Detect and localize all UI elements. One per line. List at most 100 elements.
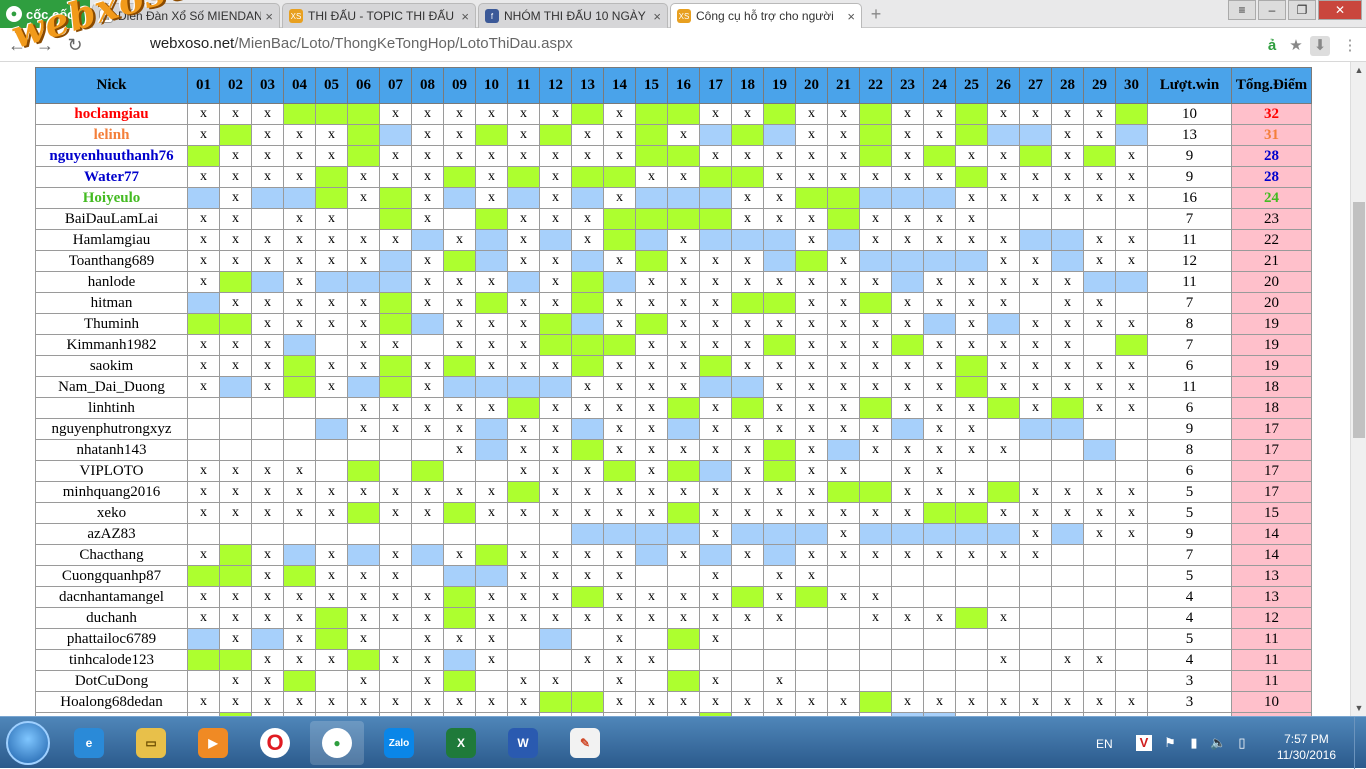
tray-flag-icon[interactable]: ⚑ [1162, 735, 1178, 751]
player-nick[interactable]: tinhcalode123 [35, 649, 188, 671]
player-nick[interactable]: Hamlamgiau [35, 229, 188, 251]
player-nick[interactable]: hanlode [35, 271, 188, 293]
close-window-button[interactable]: ✕ [1318, 0, 1362, 20]
day-cell-x: x [731, 544, 764, 566]
day-cell-green [603, 166, 636, 188]
day-cell-x: x [219, 166, 252, 188]
day-cell-x: x [795, 334, 828, 356]
address-bar[interactable]: webxoso.net/MienBac/Loto/ThongKeTongHop/… [150, 35, 573, 52]
ie-icon[interactable]: e [62, 721, 116, 765]
coccoc-icon[interactable]: ● [310, 721, 364, 765]
zalo-icon[interactable]: Zalo [372, 721, 426, 765]
day-cell-empty [859, 628, 892, 650]
points-cell: 32 [1231, 103, 1312, 125]
day-cell-green [795, 586, 828, 608]
day-cell-x: x [923, 166, 956, 188]
day-cell-x: x [923, 271, 956, 293]
explorer-icon[interactable]: ▭ [124, 721, 178, 765]
player-nick[interactable]: Chacthang [35, 544, 188, 566]
table-row: hitman x x x x x x x x x x x x x x x x x x x x x 7 20 [35, 292, 1312, 314]
language-indicator[interactable]: EN [1096, 737, 1113, 751]
player-nick[interactable]: Cuongquanhp87 [35, 565, 188, 587]
day-cell-blue [1019, 418, 1052, 440]
translate-icon[interactable]: ả [1262, 36, 1282, 56]
player-nick[interactable]: BaiDauLamLai [35, 208, 188, 230]
player-nick[interactable]: nhatanh143 [35, 439, 188, 461]
player-nick[interactable]: hitman [35, 292, 188, 314]
player-nick[interactable]: saokim [35, 355, 188, 377]
word-icon[interactable]: W [496, 721, 550, 765]
tab-facebook[interactable]: f NHÓM THI ĐẤU 10 NGÀY × [478, 3, 668, 28]
day-cell-x: x [827, 418, 860, 440]
player-nick[interactable]: minhquang2016 [35, 481, 188, 503]
player-nick[interactable]: DotCuDong [35, 670, 188, 692]
player-nick[interactable]: Hoalong68dedan [35, 691, 188, 713]
new-tab-button[interactable]: + [866, 5, 886, 24]
player-nick[interactable]: linhtinh [35, 397, 188, 419]
player-nick[interactable]: Water77 [35, 166, 188, 188]
day-cell-x: x [699, 271, 732, 293]
volume-icon[interactable]: 🔈 [1210, 735, 1226, 751]
day-cell-x: x [731, 334, 764, 356]
day-header: 29 [1083, 67, 1116, 104]
player-nick[interactable]: Thuminh [35, 313, 188, 335]
player-nick[interactable]: duchanh [35, 607, 188, 629]
day-cell-empty [955, 649, 988, 671]
network-icon[interactable]: ▮ [1186, 735, 1202, 751]
tab-active-tool[interactable]: XS Công cụ hỗ trợ cho người × [670, 3, 862, 28]
player-nick[interactable]: dacnhantamangel [35, 586, 188, 608]
excel-icon[interactable]: X [434, 721, 488, 765]
player-nick[interactable]: nguyenphutrongxyz [35, 418, 188, 440]
player-nick[interactable]: xeko [35, 502, 188, 524]
day-cell-empty [1019, 292, 1052, 314]
day-cell-x: x [411, 145, 444, 167]
player-nick[interactable]: Nam_Dai_Duong [35, 376, 188, 398]
scroll-down-icon[interactable]: ▼ [1351, 700, 1366, 716]
day-cell-empty [475, 670, 508, 692]
day-cell-x: x [219, 145, 252, 167]
scrollbar-thumb[interactable] [1353, 202, 1365, 438]
tab-close-icon[interactable]: × [461, 9, 469, 24]
day-cell-x: x [795, 460, 828, 482]
media-icon[interactable]: ▶ [186, 721, 240, 765]
show-desktop-button[interactable] [1354, 717, 1366, 769]
menu-icon[interactable]: ⋮ [1340, 36, 1360, 56]
player-nick[interactable]: Kimmanh1982 [35, 334, 188, 356]
player-nick[interactable]: Hoiyeulo [35, 187, 188, 209]
vertical-scrollbar[interactable]: ▲ ▼ [1350, 62, 1366, 716]
start-button[interactable] [6, 721, 50, 765]
day-cell-green [539, 124, 572, 146]
paint-icon[interactable]: ✎ [558, 721, 612, 765]
battery-icon[interactable]: ▯ [1234, 735, 1250, 751]
day-cell-x: x [539, 607, 572, 629]
day-cell-x: x [763, 481, 796, 503]
opera-icon[interactable]: O [248, 721, 302, 765]
day-cell-x: x [219, 187, 252, 209]
tab-close-icon[interactable]: × [653, 9, 661, 24]
tab-close-icon[interactable]: × [847, 9, 855, 24]
day-cell-x: x [539, 145, 572, 167]
scroll-up-icon[interactable]: ▲ [1351, 62, 1366, 78]
player-nick[interactable]: hoclamgiau [35, 103, 188, 125]
player-nick[interactable]: lelinh [35, 124, 188, 146]
player-nick[interactable]: nguyenhuuthanh76 [35, 145, 188, 167]
day-cell-blue [443, 649, 476, 671]
download-icon[interactable]: ⬇ [1310, 36, 1330, 56]
wins-cell: 3 [1147, 691, 1232, 713]
window-menu-button[interactable]: ≡ [1228, 0, 1256, 20]
maximize-button[interactable]: ❐ [1288, 0, 1316, 20]
player-nick[interactable]: Toanthang689 [35, 250, 188, 272]
minimize-button[interactable]: – [1258, 0, 1286, 20]
player-nick[interactable]: azAZ83 [35, 523, 188, 545]
clock[interactable]: 7:57 PM 11/30/2016 [1277, 731, 1336, 763]
day-cell-empty [731, 670, 764, 692]
player-nick[interactable]: phattailoc6789 [35, 628, 188, 650]
day-cell-x: x [187, 586, 220, 608]
day-cell-x: x [955, 208, 988, 230]
bookmark-star-icon[interactable]: ★ [1286, 36, 1306, 56]
player-nick[interactable]: VIPLOTO [35, 460, 188, 482]
tab-close-icon[interactable]: × [265, 9, 273, 24]
unikey-icon[interactable]: V [1136, 735, 1152, 751]
tab-topic[interactable]: XS THI ĐẤU - TOPIC THI ĐẤU × [282, 3, 476, 28]
wins-cell: 9 [1147, 523, 1232, 545]
